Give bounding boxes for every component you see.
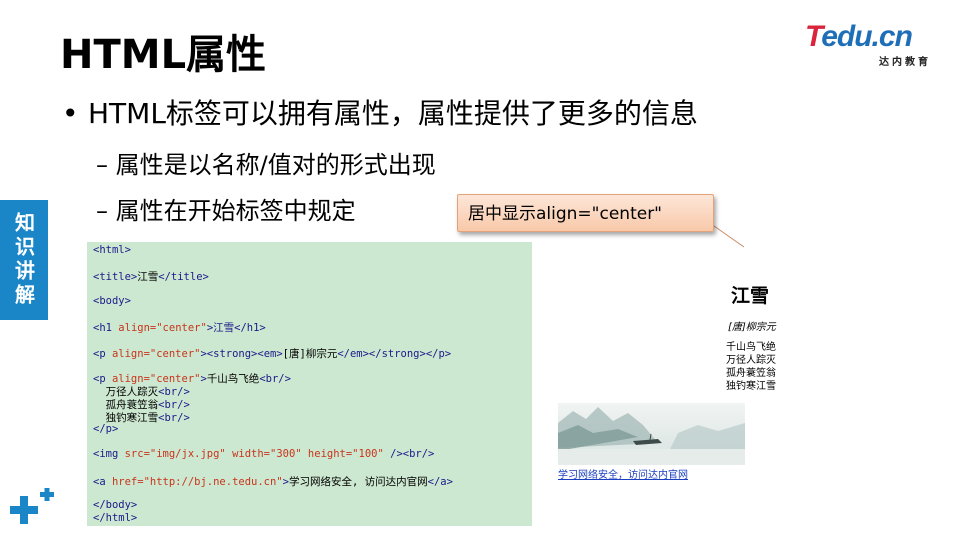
preview-link[interactable]: 学习网络安全，访问达内官网 (558, 466, 688, 481)
code-token: </a> (427, 476, 453, 488)
code-text: [唐]柳宗元 (282, 348, 338, 360)
code-token: </body> (93, 499, 138, 511)
main-bullet-text: HTML标签可以拥有属性，属性提供了更多的信息 (88, 97, 698, 130)
code-attr: align="center" (118, 322, 207, 334)
code-attr: src="img/jx.jpg" width="300" height="100… (124, 448, 384, 460)
side-tab-label: 知识讲解 (11, 212, 36, 308)
poem-line: 千山鸟飞绝 (726, 342, 776, 353)
plus-decoration-icon (10, 488, 54, 524)
code-token: <a (93, 476, 112, 488)
callout-note: 居中显示align="center" (457, 194, 714, 232)
poem-line: 独钓寒江雪 (726, 381, 776, 392)
side-tab-knowledge: 知识讲解 (0, 200, 48, 320)
code-token: /><br/> (383, 448, 435, 460)
logo-subtitle: 达内教育 (879, 57, 931, 68)
callout-pointer-line (713, 225, 745, 248)
logo-wordmark: Tedu.cn (805, 20, 913, 54)
code-line: </body> (93, 499, 137, 511)
code-line: <body> (93, 295, 131, 307)
code-token: <img (93, 448, 125, 460)
code-text: 学习网络安全, 访问达内官网 (288, 476, 428, 488)
sub-bullet-1: – 属性是以名称/值对的形式出现 (96, 151, 436, 179)
code-token: <title> (93, 271, 138, 283)
landscape-image (558, 407, 745, 465)
code-line: <a href="http://bj.ne.tedu.cn">学习网络安全, 访… (93, 474, 453, 489)
poem-line: 孤舟蓑笠翁 (726, 368, 776, 379)
code-token: </title> (158, 271, 209, 283)
code-token: >江雪</h1> (206, 322, 266, 334)
code-line: <h1 align="center">江雪</h1> (93, 320, 266, 335)
code-line: <img src="img/jx.jpg" width="300" height… (93, 448, 434, 460)
code-token: <br/> (259, 373, 291, 385)
code-line: </html> (93, 512, 137, 524)
code-token: <br/> (158, 412, 190, 424)
code-line: <p align="center"><strong><em>[唐]柳宗元</em… (93, 346, 451, 361)
code-sample: <html> <title>江雪</title> <body> <h1 alig… (87, 242, 532, 526)
code-token: <html> (93, 244, 131, 256)
code-text: 千山鸟飞绝 (206, 373, 260, 385)
preview-poem: 千山鸟飞绝 万径人踪灭 孤舟蓑笠翁 独钓寒江雪 (726, 341, 776, 393)
sub-bullet-2: – 属性在开始标签中规定 (96, 197, 356, 225)
code-line: </p> (93, 423, 118, 435)
code-token: </p> (93, 423, 119, 435)
tedu-logo: Tedu.cn 达内教育 (805, 20, 935, 68)
main-bullet: • HTML标签可以拥有属性，属性提供了更多的信息 (62, 92, 698, 132)
code-text: 江雪 (137, 271, 159, 283)
preview-landscape-image (558, 403, 745, 465)
preview-heading: 江雪 (731, 285, 770, 307)
preview-author: [唐]柳宗元 (728, 322, 776, 333)
code-token: <p (93, 348, 112, 360)
code-token: <body> (93, 295, 131, 307)
slide-title: HTML属性 (60, 32, 267, 78)
sub-bullet-1-text: 属性是以名称/值对的形式出现 (115, 151, 436, 179)
code-token: ><strong><em> (200, 348, 283, 360)
poem-line: 万径人踪灭 (726, 355, 776, 366)
code-attr: align="center" (111, 348, 201, 360)
sub-bullet-2-text: 属性在开始标签中规定 (115, 197, 356, 225)
code-attr: href="http://bj.ne.tedu.cn" (111, 476, 283, 488)
code-token: </html> (93, 512, 138, 524)
code-token: </em></strong></p> (337, 348, 452, 360)
code-token: <h1 (93, 322, 119, 334)
bullet-dot-icon: • (62, 97, 79, 130)
code-line: <title>江雪</title> (93, 269, 209, 284)
logo-letter-t: T (805, 20, 822, 53)
code-line: <html> (93, 244, 131, 256)
logo-letters-rest: edu.cn (821, 20, 913, 53)
